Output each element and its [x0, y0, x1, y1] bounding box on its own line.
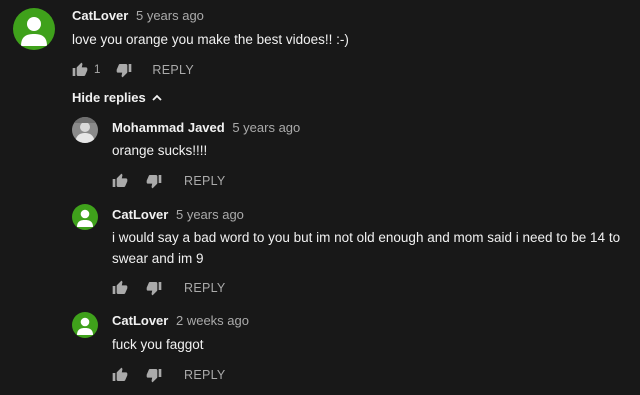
comment-header: CatLover 5 years ago — [72, 8, 204, 24]
comment-header: CatLover 5 years ago — [112, 207, 244, 223]
chevron-up-icon — [152, 94, 162, 101]
default-avatar-icon — [72, 204, 98, 230]
avatar[interactable] — [72, 117, 98, 143]
hide-replies-button[interactable]: Hide replies — [72, 90, 162, 105]
dislike-button[interactable] — [116, 62, 132, 78]
timestamp[interactable]: 5 years ago — [232, 120, 300, 135]
like-button[interactable] — [112, 173, 128, 189]
avatar[interactable] — [72, 312, 98, 338]
reply-button[interactable]: REPLY — [184, 281, 226, 295]
default-avatar-icon — [72, 312, 98, 338]
comment-actions: REPLY — [112, 173, 226, 189]
thumbs-up-icon — [72, 62, 88, 76]
timestamp[interactable]: 5 years ago — [176, 207, 244, 222]
reply-button[interactable]: REPLY — [184, 174, 226, 188]
like-button[interactable] — [112, 367, 128, 383]
dislike-button[interactable] — [146, 173, 162, 189]
comment-actions: REPLY — [112, 280, 226, 296]
like-button[interactable] — [72, 62, 88, 78]
dislike-button[interactable] — [146, 280, 162, 296]
author-name[interactable]: Mohammad Javed — [112, 120, 225, 135]
comment-text: love you orange you make the best vidoes… — [72, 32, 349, 47]
hide-replies-label: Hide replies — [72, 90, 146, 105]
comment-actions: 1 REPLY — [72, 62, 194, 78]
photo-avatar-icon — [72, 117, 98, 143]
timestamp[interactable]: 2 weeks ago — [176, 313, 249, 328]
dislike-button[interactable] — [146, 367, 162, 383]
author-name[interactable]: CatLover — [112, 207, 168, 222]
like-count: 1 — [94, 64, 101, 76]
comment-text: orange sucks!!!! — [112, 143, 208, 158]
author-name[interactable]: CatLover — [112, 313, 168, 328]
reply-button[interactable]: REPLY — [184, 368, 226, 382]
thumbs-up-icon — [112, 280, 128, 294]
default-avatar-icon — [13, 8, 55, 50]
like-button[interactable] — [112, 280, 128, 296]
thumbs-down-icon — [146, 175, 162, 189]
thumbs-up-icon — [112, 173, 128, 187]
thumbs-down-icon — [146, 369, 162, 383]
reply-button[interactable]: REPLY — [152, 63, 194, 77]
avatar[interactable] — [13, 8, 55, 50]
comment-header: CatLover 2 weeks ago — [112, 313, 249, 329]
thumbs-up-icon — [112, 367, 128, 381]
comment-header: Mohammad Javed 5 years ago — [112, 120, 300, 136]
thumbs-down-icon — [146, 282, 162, 296]
author-name[interactable]: CatLover — [72, 8, 128, 23]
comment-text: i would say a bad word to you but im not… — [112, 230, 621, 266]
comment-actions: REPLY — [112, 367, 226, 383]
timestamp[interactable]: 5 years ago — [136, 8, 204, 23]
comment-text: fuck you faggot — [112, 337, 204, 352]
avatar[interactable] — [72, 204, 98, 230]
thumbs-down-icon — [117, 64, 132, 78]
